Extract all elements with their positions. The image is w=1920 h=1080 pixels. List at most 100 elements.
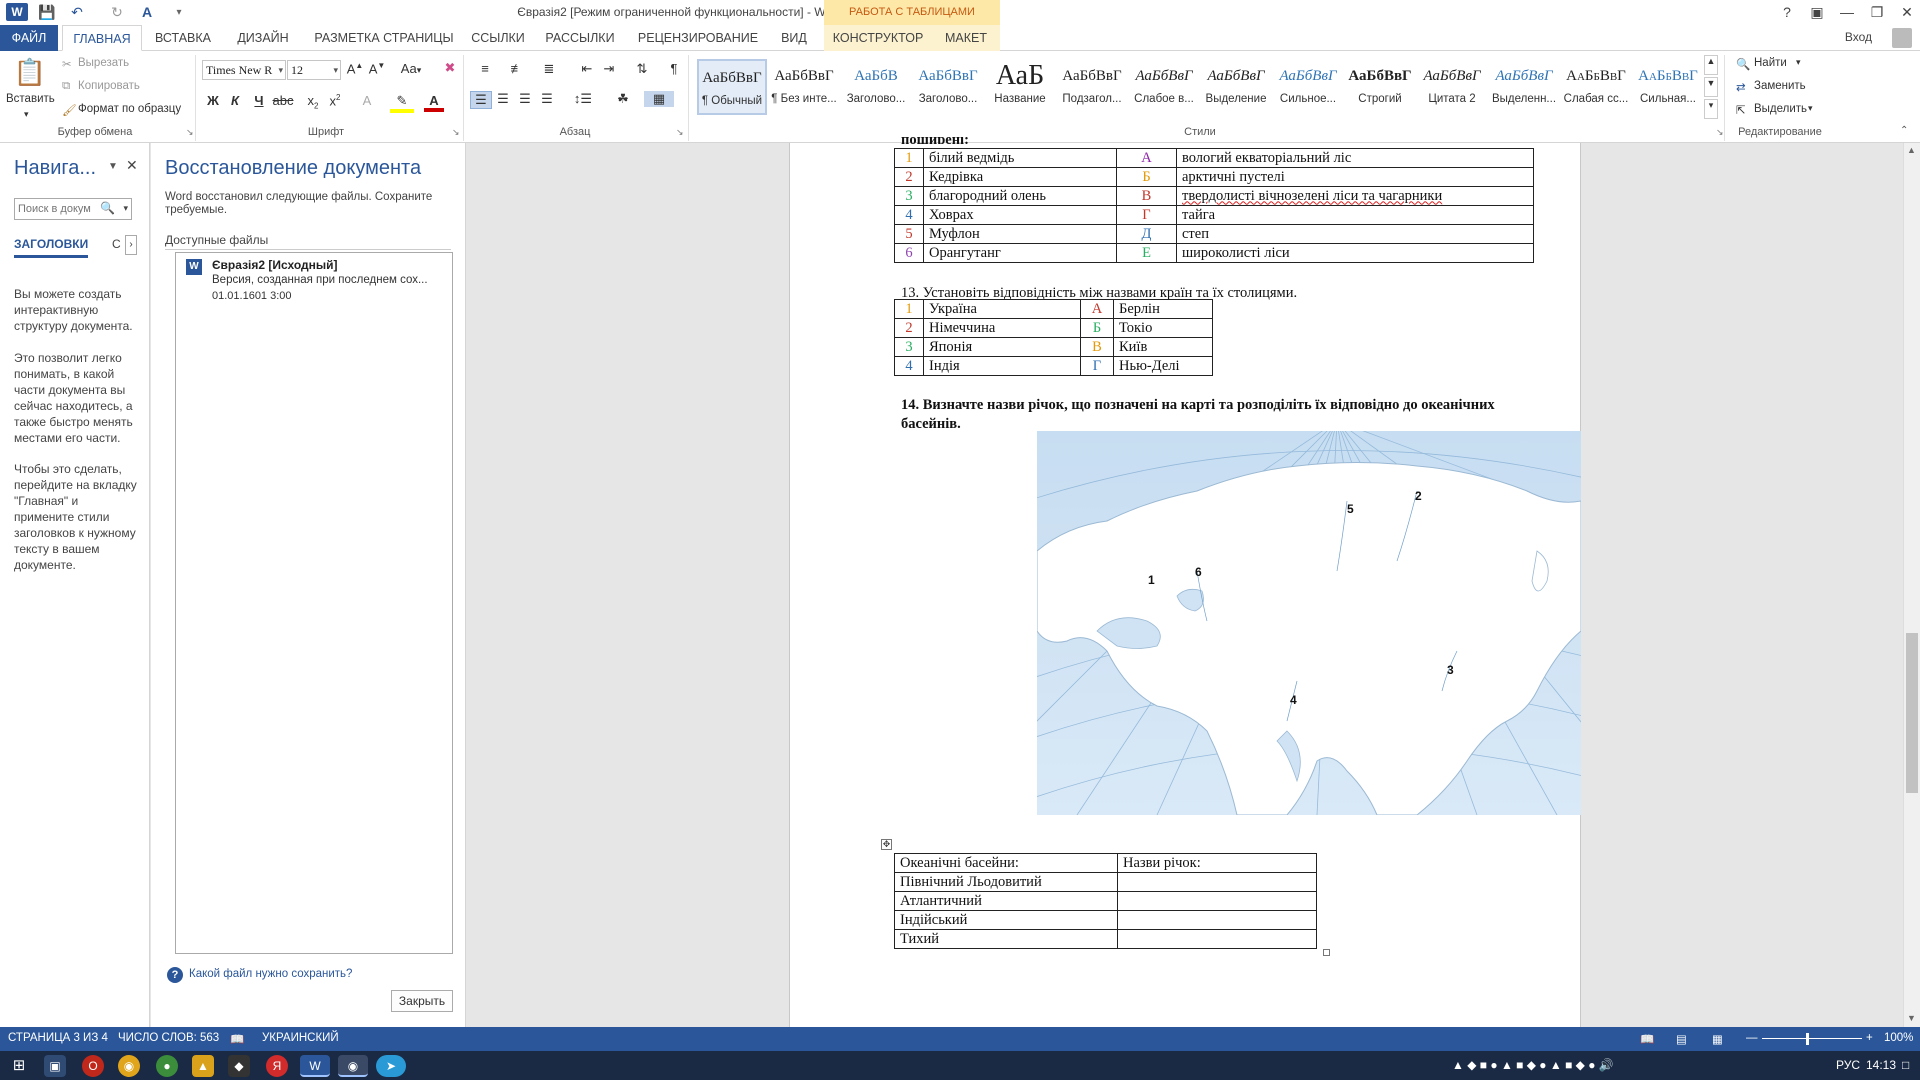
- format-painter-icon[interactable]: 🖌: [62, 103, 77, 117]
- paste-dropdown-icon[interactable]: ▾: [24, 109, 29, 120]
- letter-cell[interactable]: Г: [1080, 356, 1114, 376]
- table-resize-handle-icon[interactable]: [1323, 949, 1330, 956]
- font-size-combo[interactable]: 12 ▾: [287, 60, 341, 80]
- nav-search-box[interactable]: 🔍 ▾: [14, 198, 132, 220]
- capital-cell[interactable]: Нью-Делі: [1113, 356, 1213, 376]
- replace-button[interactable]: Заменить: [1754, 80, 1806, 92]
- styles-scroll-up-icon[interactable]: ▲: [1704, 55, 1718, 75]
- cut-icon[interactable]: ✂: [62, 57, 72, 71]
- print-layout-icon[interactable]: ▤: [1676, 1032, 1687, 1046]
- letter-cell[interactable]: А: [1080, 299, 1114, 319]
- river-answer-cell[interactable]: [1117, 910, 1317, 930]
- select-button[interactable]: Выделить: [1754, 103, 1807, 115]
- tab-insert[interactable]: ВСТАВКА: [148, 25, 218, 51]
- zoom-slider[interactable]: [1762, 1038, 1862, 1039]
- row-number-cell[interactable]: 3: [894, 186, 924, 206]
- copy-button[interactable]: Копировать: [78, 80, 140, 92]
- style-item[interactable]: АаБ Название: [985, 59, 1055, 115]
- word-taskbar-icon[interactable]: W: [300, 1055, 330, 1077]
- country-cell[interactable]: Україна: [923, 299, 1081, 319]
- clipboard-launcher-icon[interactable]: ↘: [186, 127, 194, 138]
- proofing-icon[interactable]: 📖: [230, 1032, 244, 1046]
- row-number-cell[interactable]: 6: [894, 243, 924, 263]
- country-cell[interactable]: Німеччина: [923, 318, 1081, 338]
- tab-pages[interactable]: С: [112, 237, 121, 251]
- river-answer-cell[interactable]: [1117, 891, 1317, 911]
- style-item[interactable]: АаБбВвГ Сильное...: [1273, 59, 1343, 115]
- tray-icons[interactable]: ▲ ◆ ■ ● ▲ ■ ◆ ● ▲ ■ ◆ ● 🔊: [1452, 1058, 1614, 1072]
- read-mode-icon[interactable]: 📖: [1640, 1032, 1654, 1046]
- font-color-icon[interactable]: A: [424, 93, 444, 112]
- basin-cell[interactable]: Індійський: [894, 910, 1118, 930]
- tab-design[interactable]: ДИЗАЙН: [226, 25, 300, 51]
- taskbar-app-icon[interactable]: ▣: [44, 1055, 66, 1077]
- notifications-icon[interactable]: □: [1902, 1058, 1909, 1072]
- table-move-handle-icon[interactable]: ✥: [881, 839, 892, 850]
- close-recovery-button[interactable]: Закрыть: [391, 990, 453, 1012]
- row-number-cell[interactable]: 2: [894, 318, 924, 338]
- language-indicator[interactable]: УКРАИНСКИЙ: [262, 1032, 339, 1044]
- bold-button[interactable]: Ж: [204, 93, 222, 108]
- align-left-icon[interactable]: ☰: [470, 91, 492, 109]
- capital-cell[interactable]: Київ: [1113, 337, 1213, 357]
- line-spacing-icon[interactable]: ↕☰: [570, 91, 596, 107]
- multilevel-list-icon[interactable]: ≣: [536, 61, 562, 77]
- styles-scroll-down-icon[interactable]: ▼: [1704, 77, 1718, 97]
- scroll-up-icon[interactable]: ▲: [1907, 145, 1916, 155]
- nav-tabs-scroll-icon[interactable]: ›: [125, 235, 137, 255]
- style-item[interactable]: АаБбВвГ Сильная...: [1633, 59, 1703, 115]
- basin-cell[interactable]: Тихий: [894, 929, 1118, 949]
- style-item[interactable]: АаБбВвГ Цитата 2: [1417, 59, 1487, 115]
- paste-icon[interactable]: 📋: [10, 57, 50, 91]
- letter-cell[interactable]: А: [1116, 148, 1177, 168]
- letter-cell[interactable]: В: [1080, 337, 1114, 357]
- search-icon[interactable]: 🔍: [100, 201, 115, 215]
- show-marks-icon[interactable]: ¶: [664, 61, 684, 76]
- letter-cell[interactable]: Б: [1080, 318, 1114, 338]
- style-item[interactable]: АаБбВ Заголово...: [841, 59, 911, 115]
- countries-capitals-table[interactable]: 1 Україна А Берлін 2 Німеччина Б Токіо 3 Японія В К…: [894, 299, 1213, 376]
- restore-icon[interactable]: ❐: [1864, 2, 1890, 22]
- ocean-basins-table[interactable]: Океанічні басейни: Назви річок: Північний …: [894, 853, 1317, 949]
- capital-cell[interactable]: Токіо: [1113, 318, 1213, 338]
- font-launcher-icon[interactable]: ↘: [452, 127, 460, 138]
- increase-indent-icon[interactable]: ⇥: [600, 61, 618, 77]
- tab-table-design[interactable]: КОНСТРУКТОР: [824, 25, 932, 51]
- collapse-ribbon-icon[interactable]: ⌃: [1900, 125, 1908, 136]
- styles-launcher-icon[interactable]: ↘: [1716, 127, 1724, 138]
- justify-icon[interactable]: ☰: [536, 91, 558, 107]
- grow-font-icon[interactable]: A▲: [346, 61, 364, 76]
- zoom-level[interactable]: 100%: [1884, 1032, 1913, 1044]
- letter-cell[interactable]: Е: [1116, 243, 1177, 263]
- rivers-header-cell[interactable]: Назви річок:: [1117, 853, 1317, 873]
- yandex-icon[interactable]: Я: [266, 1055, 288, 1077]
- start-button-icon[interactable]: ⊞: [8, 1055, 30, 1077]
- recovery-file-item[interactable]: W Євразія2 [Исходный] Версия, созданная …: [180, 256, 450, 308]
- underline-button[interactable]: Ч: [248, 93, 270, 108]
- select-dropdown-icon[interactable]: ▾: [1808, 103, 1813, 114]
- vertical-scrollbar[interactable]: ▲ ▼: [1903, 143, 1920, 1027]
- copy-icon[interactable]: ⧉: [62, 80, 70, 93]
- close-icon[interactable]: ✕: [1894, 2, 1920, 22]
- numbering-icon[interactable]: ≢: [504, 61, 530, 76]
- search-dropdown-icon[interactable]: ▾: [123, 203, 128, 214]
- tab-mailings[interactable]: РАССЫЛКИ: [540, 25, 620, 51]
- tab-references[interactable]: ССЫЛКИ: [466, 25, 530, 51]
- minimize-icon[interactable]: —: [1834, 2, 1860, 22]
- style-item[interactable]: АаБбВвГ Слабая сс...: [1561, 59, 1631, 115]
- animal-cell[interactable]: Кедрівка: [923, 167, 1117, 187]
- eurasia-map[interactable]: 1 2 3 4 5 6: [1037, 431, 1581, 815]
- country-cell[interactable]: Індія: [923, 356, 1081, 376]
- river-answer-cell[interactable]: [1117, 929, 1317, 949]
- green-app-icon[interactable]: ●: [156, 1055, 178, 1077]
- letter-cell[interactable]: В: [1116, 186, 1177, 206]
- web-layout-icon[interactable]: ▦: [1712, 1032, 1723, 1046]
- telegram-icon[interactable]: ➤: [376, 1055, 406, 1077]
- find-dropdown-icon[interactable]: ▾: [1796, 57, 1801, 68]
- row-number-cell[interactable]: 4: [894, 205, 924, 225]
- style-item[interactable]: АаБбВвГ Выделение: [1201, 59, 1271, 115]
- shrink-font-icon[interactable]: A▼: [368, 61, 386, 76]
- decrease-indent-icon[interactable]: ⇤: [578, 61, 596, 77]
- scroll-thumb[interactable]: [1906, 633, 1918, 793]
- opera-icon[interactable]: O: [82, 1055, 104, 1077]
